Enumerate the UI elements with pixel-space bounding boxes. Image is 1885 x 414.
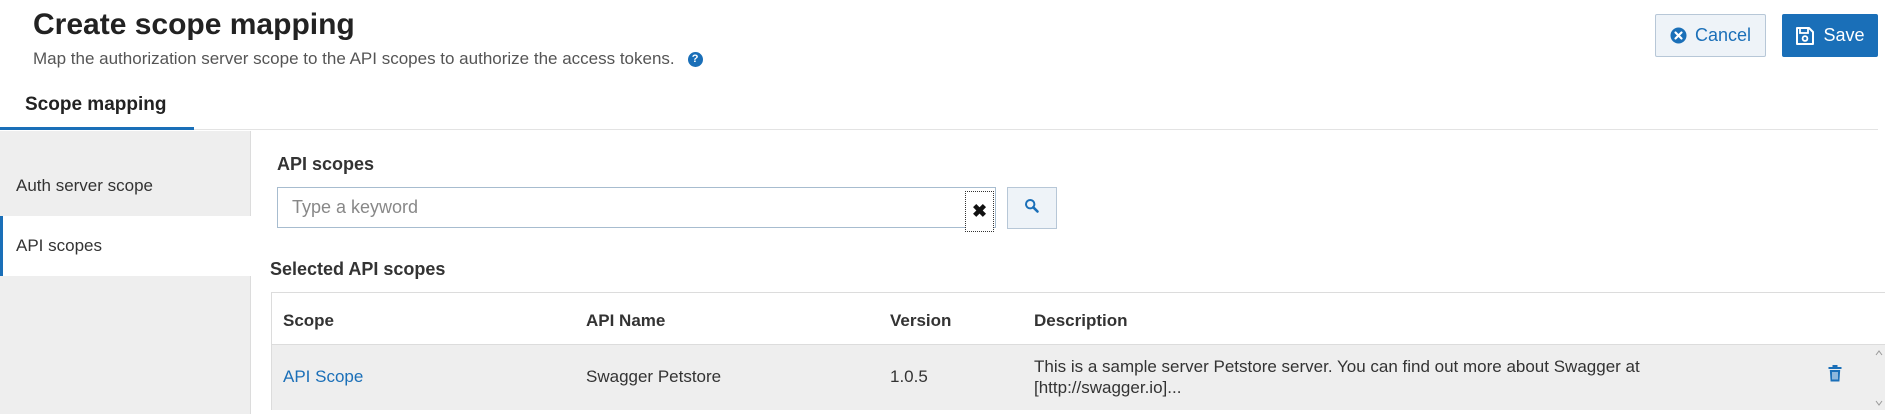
sidebar-item-auth-server-scope[interactable]: Auth server scope	[0, 156, 251, 216]
help-icon[interactable]: ?	[687, 51, 703, 67]
clear-search-button[interactable]: ✖	[965, 191, 994, 232]
page-header: Create scope mapping Map the authorizati…	[0, 0, 1885, 80]
search-input[interactable]	[278, 188, 958, 227]
trash-icon[interactable]	[1828, 365, 1842, 387]
cancel-circle-icon	[1670, 27, 1687, 44]
selected-scopes-table: Scope API Name Version Description API S…	[271, 292, 1885, 410]
table-row: API Scope Swagger Petstore 1.0.5 This is…	[272, 344, 1885, 410]
cancel-button[interactable]: Cancel	[1655, 14, 1766, 57]
selected-api-scopes-heading: Selected API scopes	[270, 259, 446, 279]
tab-scope-mapping[interactable]: Scope mapping	[0, 80, 194, 130]
column-header-api-name: API Name	[586, 311, 666, 330]
scope-link[interactable]: API Scope	[283, 367, 363, 387]
column-header-version: Version	[890, 311, 952, 330]
cancel-button-label: Cancel	[1694, 25, 1752, 45]
sidebar-item-api-scopes[interactable]: API scopes	[0, 216, 251, 276]
sidebar: Auth server scope API scopes	[0, 131, 251, 414]
page-title: Create scope mapping	[33, 8, 355, 41]
version-cell: 1.0.5	[890, 367, 928, 386]
search-button[interactable]	[1007, 187, 1057, 229]
scrollbar[interactable]	[1874, 345, 1884, 411]
api-scopes-heading: API scopes	[277, 154, 375, 174]
save-button[interactable]: Save	[1782, 14, 1878, 57]
search-icon	[1024, 198, 1040, 219]
column-header-scope: Scope	[283, 311, 335, 330]
api-name-cell: Swagger Petstore	[586, 367, 722, 386]
table-header: Scope API Name Version Description	[272, 293, 1885, 343]
tab-bar: Scope mapping	[0, 80, 1878, 130]
floppy-disk-icon	[1795, 26, 1815, 46]
search-field	[277, 187, 996, 228]
column-header-description: Description	[1034, 311, 1128, 330]
description-cell: This is a sample server Petstore server.…	[1034, 357, 1640, 397]
page-subtitle: Map the authorization server scope to th…	[33, 49, 703, 69]
page-subtitle-text: Map the authorization server scope to th…	[33, 49, 675, 68]
save-button-label: Save	[1823, 25, 1865, 45]
